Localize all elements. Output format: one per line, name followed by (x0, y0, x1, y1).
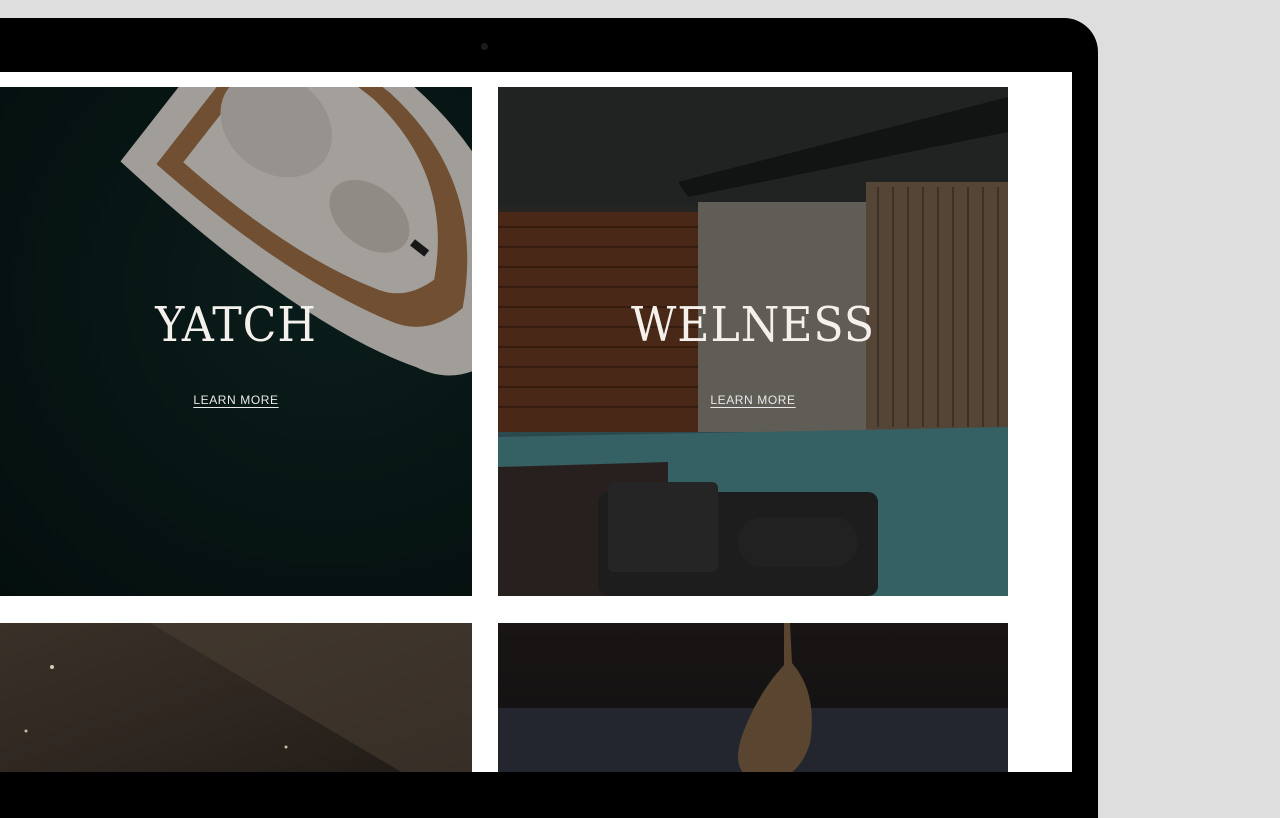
tile-wellness-title: WELNESS (630, 297, 876, 353)
tile-yacht-learn-more-link[interactable]: LEARN MORE (193, 393, 278, 407)
tile-wellness[interactable]: WELNESS LEARN MORE (498, 87, 1008, 596)
tile-wellness-learn-more-link[interactable]: LEARN MORE (710, 393, 795, 407)
tile-yacht[interactable]: YATCH LEARN MORE (0, 87, 472, 596)
browser-screen: YATCH LEARN MORE WELNESS LEARN MORE (0, 72, 1072, 772)
tile-bottom-right[interactable] (498, 623, 1008, 772)
tile-yacht-title: YATCH (155, 297, 317, 353)
bottom-right-image (498, 623, 1008, 772)
tile-yacht-content: YATCH LEARN MORE (0, 297, 472, 409)
bottom-left-image (24, 623, 472, 772)
camera-icon (481, 43, 488, 50)
tile-wellness-content: WELNESS LEARN MORE (498, 297, 1008, 409)
tile-bottom-left[interactable] (0, 623, 472, 772)
